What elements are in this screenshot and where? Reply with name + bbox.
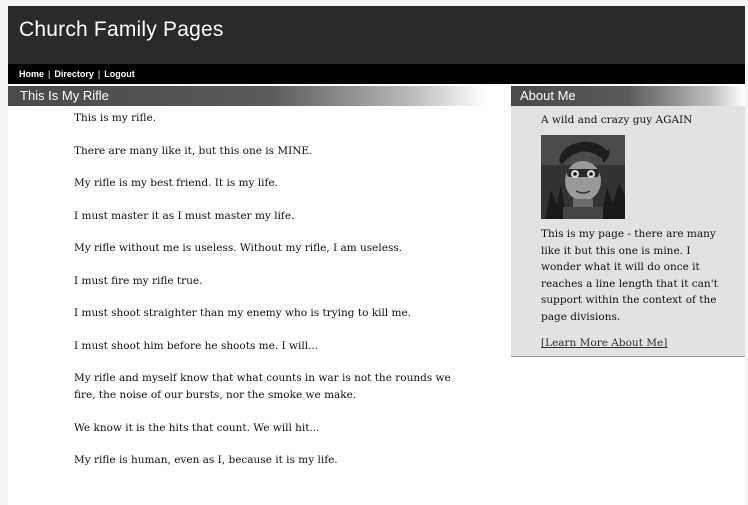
main-content: This is my rifle. There are many like it… xyxy=(74,110,474,485)
content-line: My rifle is human, even as I, because it… xyxy=(74,454,338,466)
about-me-title: About Me xyxy=(520,88,576,103)
avatar-image xyxy=(541,135,625,219)
content-line: This is my rifle. xyxy=(74,112,157,124)
page-frame: Church Family Pages Home | Directory | Logou… xyxy=(8,6,745,505)
content-line: My rifle without me is useless. Without … xyxy=(74,242,403,254)
content-line: My rifle and myself know that what count… xyxy=(74,372,451,401)
content-line: I must master it as I must master my lif… xyxy=(74,209,295,222)
content-line: I must shoot straighter than my enemy wh… xyxy=(74,307,412,319)
main-section-header: This Is My Rifle xyxy=(8,86,486,106)
nav-separator: | xyxy=(48,69,51,79)
main-section-title: This Is My Rifle xyxy=(20,88,109,103)
site-header: Church Family Pages xyxy=(8,6,745,64)
about-me-tagline: A wild and crazy guy AGAIN xyxy=(541,114,693,126)
content-line: There are many like it, but this one is … xyxy=(74,144,313,157)
content-line: I must fire my rifle true. xyxy=(74,274,203,287)
content-line: My rifle is my best friend. It is my lif… xyxy=(74,177,278,189)
nav-directory-link[interactable]: Directory xyxy=(54,69,94,79)
learn-more-link[interactable]: [Learn More About Me] xyxy=(541,337,667,349)
nav-bar: Home | Directory | Logout xyxy=(8,64,745,84)
site-title: Church Family Pages xyxy=(19,18,224,41)
nav-separator: | xyxy=(97,69,101,79)
about-me-bio: This is my page - there are many like it… xyxy=(541,228,718,323)
nav-logout-link[interactable]: Logout xyxy=(104,69,135,79)
content-line: I must shoot him before he shoots me. I … xyxy=(74,339,319,352)
avatar xyxy=(541,135,625,219)
about-me-header: About Me xyxy=(511,86,745,106)
about-me-panel: About Me A wild and crazy guy AGAIN This… xyxy=(511,86,745,357)
content-line: We know it is the hits that count. We wi… xyxy=(74,421,320,434)
nav-home-link[interactable]: Home xyxy=(19,69,44,79)
